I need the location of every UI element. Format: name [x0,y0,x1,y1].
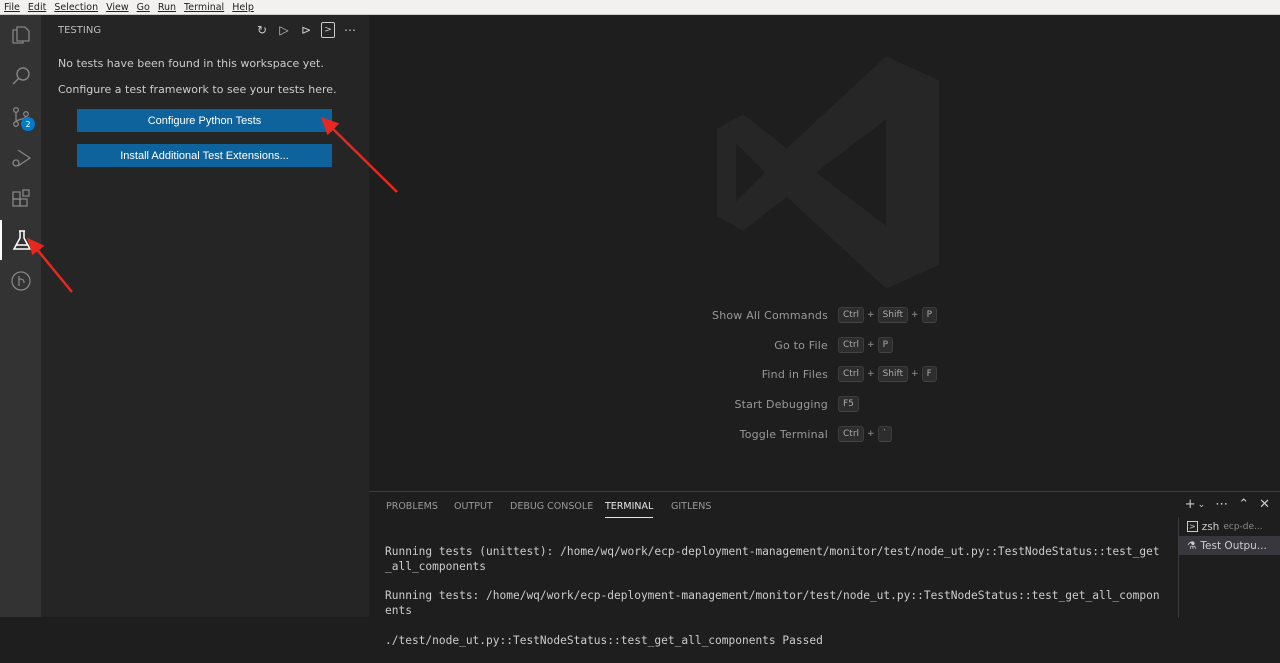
debug-all-tests-icon[interactable]: ⊳ [299,22,313,38]
source-control-icon[interactable]: 2 [0,97,41,137]
terminal-icon: > [1187,521,1198,532]
terminal-dropdown-icon[interactable]: ⌄ [1198,500,1206,512]
gitlens-icon[interactable] [0,261,41,301]
scm-badge: 2 [21,117,35,131]
install-test-extensions-button[interactable]: Install Additional Test Extensions... [77,144,332,167]
terminal-list: > zsh ecp-de... ⚗ Test Outpu... [1178,517,1280,618]
activity-bar: 2 [0,15,41,617]
menu-selection[interactable]: Selection [54,2,98,13]
menu-file[interactable]: File [4,2,20,13]
menu-edit[interactable]: Edit [28,2,46,13]
menu-run[interactable]: Run [158,2,176,13]
testing-sidebar: TESTING ↻ ▷ ⊳ > ⋯ No tests have been fou… [41,15,369,617]
run-all-tests-icon[interactable]: ▷ [277,22,291,38]
terminal-line: Running tests (unittest): /home/wq/work/… [385,544,1160,573]
sidebar-title: TESTING [58,25,102,36]
refresh-icon[interactable]: ↻ [255,22,269,38]
editor-area: Show All Commands Ctrl + Shift + P Go to File… [369,15,1280,491]
flask-icon: ⚗ [1187,539,1197,552]
menu-go[interactable]: Go [137,2,150,13]
more-actions-icon[interactable]: ⋯ [1215,497,1228,512]
menu-view[interactable]: View [106,2,129,13]
menu-bar: File Edit Selection View Go Run Terminal… [0,0,1280,15]
new-terminal-icon[interactable]: + [1185,497,1196,512]
menu-terminal[interactable]: Terminal [184,2,224,13]
shortcut-go-to-file: Go to File Ctrl + P [369,337,1280,355]
search-icon[interactable] [0,56,41,96]
tab-gitlens[interactable]: GITLENS [671,501,711,512]
no-tests-message: No tests have been found in this workspa… [58,57,324,70]
maximize-panel-icon[interactable]: ⌃ [1238,497,1249,512]
terminal-item-zsh[interactable]: > zsh ecp-de... [1179,517,1280,536]
vscode-watermark-logo [716,56,940,289]
terminal-line: ./test/node_ut.py::TestNodeStatus::test_… [385,633,823,647]
run-debug-icon[interactable] [0,138,41,178]
bottom-panel: PROBLEMS OUTPUT DEBUG CONSOLE TERMINAL G… [369,491,1280,647]
shortcut-start-debugging: Start Debugging F5 [369,396,1280,414]
shortcut-show-all-commands: Show All Commands Ctrl + Shift + P [369,307,1280,325]
terminal-line: Running tests: /home/wq/work/ecp-deploym… [385,589,1160,617]
menu-help[interactable]: Help [232,2,254,13]
configure-hint: Configure a test framework to see your t… [58,83,337,96]
tab-problems[interactable]: PROBLEMS [386,501,438,512]
more-actions-icon[interactable]: ⋯ [343,22,357,38]
terminal-output[interactable]: Running tests (unittest): /home/wq/work/… [385,530,1165,663]
tab-debug-console[interactable]: DEBUG CONSOLE [510,501,593,512]
shortcut-toggle-terminal: Toggle Terminal Ctrl + ` [369,426,1280,444]
tab-output[interactable]: OUTPUT [454,501,493,512]
testing-flask-icon[interactable] [0,220,41,260]
close-panel-icon[interactable]: ✕ [1259,497,1270,512]
explorer-icon[interactable] [0,15,41,55]
shortcut-find-in-files: Find in Files Ctrl + Shift + F [369,366,1280,384]
configure-python-tests-button[interactable]: Configure Python Tests [77,109,332,132]
extensions-icon[interactable] [0,179,41,219]
show-output-icon[interactable]: > [321,22,335,38]
terminal-item-test-output[interactable]: ⚗ Test Outpu... [1179,536,1280,555]
tab-terminal[interactable]: TERMINAL [605,501,654,518]
